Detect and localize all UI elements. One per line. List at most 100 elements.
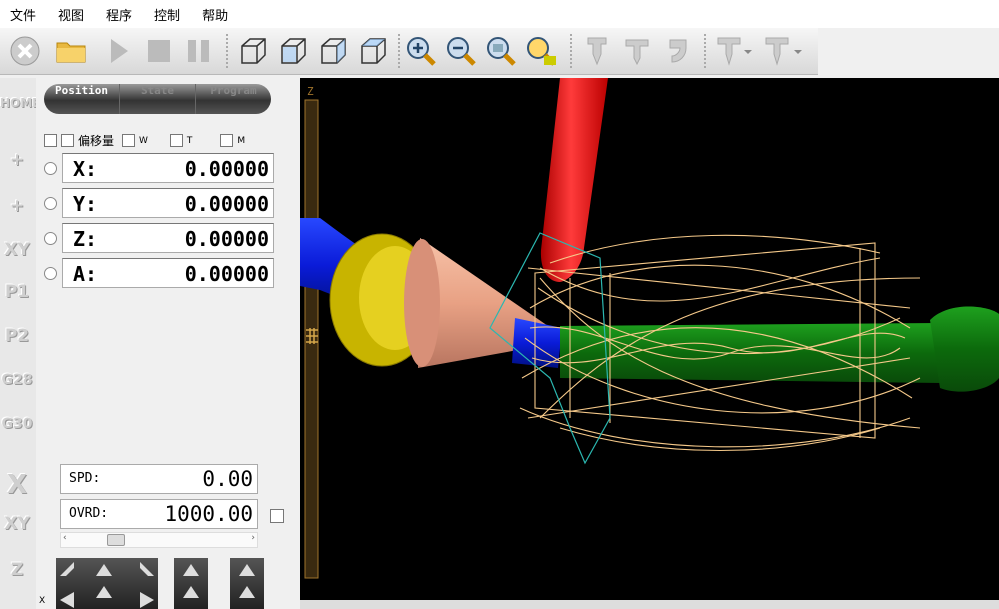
w-label: W — [139, 135, 148, 146]
run-icon[interactable] — [102, 34, 136, 68]
t-label: T — [186, 135, 193, 146]
tab-position[interactable]: Position — [44, 84, 120, 114]
jog-diagonal-up-right-icon[interactable] — [138, 560, 156, 578]
slider-right-arrow-icon[interactable]: › — [251, 533, 255, 543]
view-side-icon[interactable] — [316, 34, 350, 68]
tool-cone-base — [404, 239, 440, 367]
axis-row-x: X: 0.00000 — [44, 153, 274, 183]
z-jog-pad — [174, 558, 208, 609]
jog-y-plus-fine-icon[interactable] — [96, 586, 112, 598]
menu-program[interactable]: 程序 — [96, 5, 144, 24]
toolbar-separator — [398, 34, 402, 68]
toolbar-separator — [704, 34, 708, 68]
jog-z-plus-fine-icon[interactable] — [183, 586, 199, 598]
jog-a-plus-fine-icon[interactable] — [239, 586, 255, 598]
spindle-speed-readout: SPD: 0.00 — [60, 464, 258, 494]
jog-y-plus-icon[interactable] — [96, 564, 112, 576]
jog-x-minus-icon[interactable] — [58, 590, 76, 608]
z-axis-label: Z — [307, 85, 314, 98]
axis-x-readout: X: 0.00000 — [62, 153, 274, 183]
t-checkbox[interactable] — [169, 134, 183, 147]
jog-plus-button[interactable]: + — [0, 150, 34, 170]
menu-view[interactable]: 视图 — [48, 5, 96, 24]
zoom-fit-icon[interactable] — [484, 34, 518, 68]
offset-checkbox[interactable] — [61, 134, 74, 147]
override-readout: OVRD: 1000.00 — [60, 499, 258, 529]
m-checkbox[interactable] — [220, 134, 234, 147]
toolpath-3d-view[interactable]: Z — [300, 78, 999, 600]
tab-state[interactable]: State — [120, 84, 196, 114]
menu-bar: 文件 视图 程序 控制 帮助 — [0, 0, 999, 28]
xy-jog-pad — [56, 558, 158, 609]
tab-program[interactable]: Program — [196, 84, 271, 114]
override-checkbox[interactable] — [270, 509, 284, 523]
axis-z-readout: Z: 0.00000 — [62, 223, 274, 253]
open-folder-icon[interactable] — [54, 34, 88, 68]
tool-offset-icon[interactable] — [660, 34, 694, 68]
z-axis-marker — [306, 328, 318, 344]
jog-shortcut-strip: HOME + + XY P1 P2 G28 G30 X XY Z — [0, 78, 40, 609]
p1-button[interactable]: P1 — [0, 282, 34, 302]
axis-x-radio[interactable] — [44, 162, 57, 175]
all-checkbox[interactable] — [44, 134, 57, 147]
pause-icon[interactable] — [182, 34, 216, 68]
home-button[interactable]: HOME — [0, 96, 40, 110]
tool-change-icon[interactable] — [620, 34, 654, 68]
axis-y-value: 0.00000 — [184, 192, 269, 216]
z-button[interactable]: Z — [0, 560, 34, 580]
panel-tabs: Position State Program — [44, 84, 271, 114]
axis-z-radio[interactable] — [44, 232, 57, 245]
clear-button[interactable]: X — [0, 470, 34, 500]
jog-x-plus-icon[interactable] — [138, 590, 156, 608]
menu-file[interactable]: 文件 — [0, 5, 48, 24]
axis-row-a: A: 0.00000 — [44, 258, 274, 288]
toolbar-separator — [570, 34, 574, 68]
axis-a-readout: A: 0.00000 — [62, 258, 274, 288]
coolant-icon[interactable] — [714, 34, 758, 68]
g30-button[interactable]: G30 — [0, 416, 34, 432]
view-front-icon[interactable] — [276, 34, 310, 68]
stop-square-icon[interactable] — [142, 34, 176, 68]
axis-z-value: 0.00000 — [184, 227, 269, 251]
jog-plus-button[interactable]: + — [0, 196, 34, 216]
ovrd-value: 1000.00 — [164, 502, 253, 526]
zoom-in-icon[interactable] — [404, 34, 438, 68]
tool-probe-icon[interactable] — [580, 34, 614, 68]
axis-row-z: Z: 0.00000 — [44, 223, 274, 253]
axis-x-value: 0.00000 — [184, 157, 269, 181]
jog-x-label: X — [39, 596, 46, 606]
view-top-icon[interactable] — [356, 34, 390, 68]
menu-control[interactable]: 控制 — [144, 5, 192, 24]
w-checkbox[interactable] — [122, 134, 136, 147]
xy-zero-button[interactable]: XY — [0, 240, 34, 260]
slider-left-arrow-icon[interactable]: ‹ — [63, 533, 67, 543]
axis-a-label: A: — [73, 262, 98, 286]
zoom-out-icon[interactable] — [444, 34, 478, 68]
z-axis-scale — [304, 99, 319, 579]
toolbar — [0, 28, 818, 75]
menu-help[interactable]: 帮助 — [192, 5, 240, 24]
override-slider[interactable]: ‹ › — [60, 532, 258, 548]
axis-y-label: Y: — [73, 192, 98, 216]
spindle-red — [540, 78, 608, 282]
axis-x-label: X: — [73, 157, 98, 181]
jog-a-plus-icon[interactable] — [239, 564, 255, 576]
zoom-part-icon[interactable] — [524, 34, 558, 68]
toolpath-canvas[interactable]: Z — [300, 78, 999, 600]
override-slider-thumb[interactable] — [107, 534, 125, 546]
stop-icon[interactable] — [8, 34, 42, 68]
xy-button[interactable]: XY — [0, 514, 34, 534]
stock-chuck — [930, 306, 999, 392]
spindle-icon[interactable] — [762, 34, 810, 68]
jog-z-plus-icon[interactable] — [183, 564, 199, 576]
g28-button[interactable]: G28 — [0, 372, 34, 388]
offset-label: 偏移量 — [78, 134, 115, 148]
axis-a-radio[interactable] — [44, 267, 57, 280]
a-jog-pad — [230, 558, 264, 609]
jog-diagonal-up-left-icon[interactable] — [58, 560, 76, 578]
dro-panel: Position State Program 偏移量 W T M X: 0.000… — [36, 78, 298, 609]
axis-y-radio[interactable] — [44, 197, 57, 210]
view-iso-icon[interactable] — [236, 34, 270, 68]
p2-button[interactable]: P2 — [0, 326, 34, 346]
toolbar-separator — [226, 34, 230, 68]
